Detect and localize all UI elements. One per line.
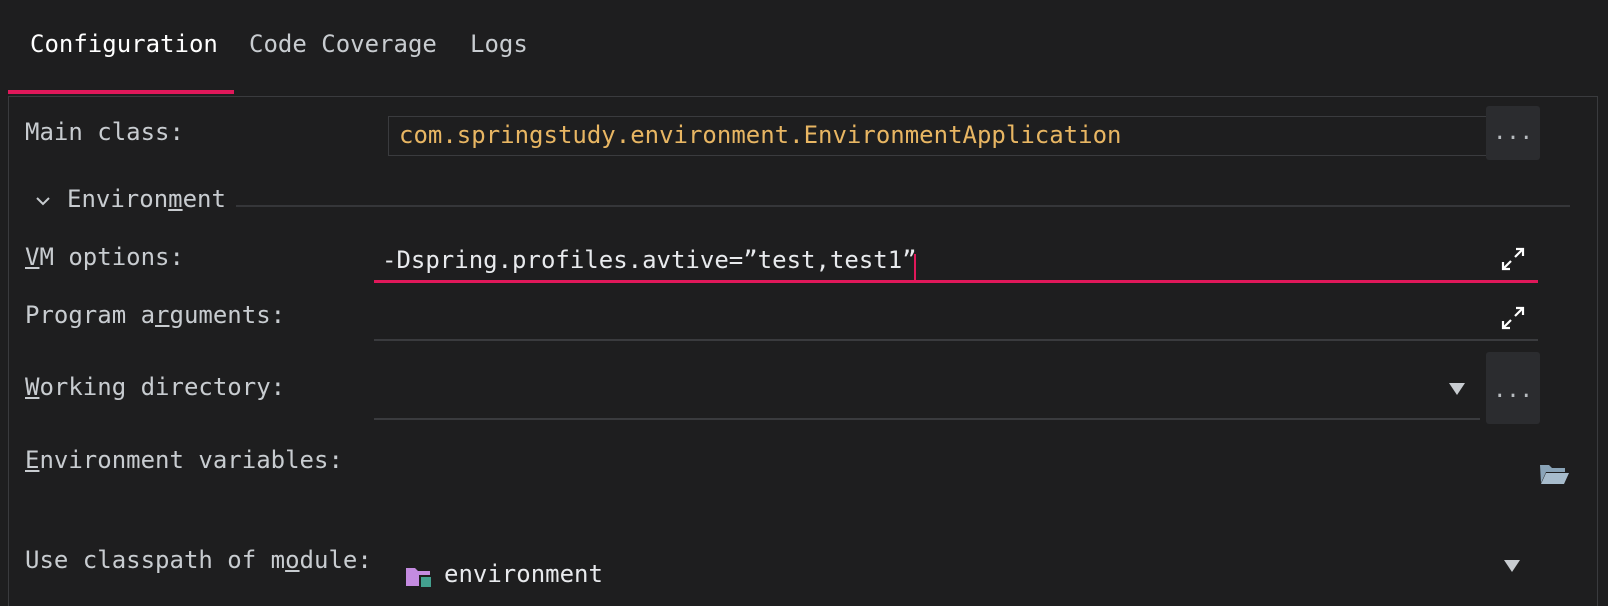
main-class-label: Main class: (25, 118, 184, 146)
main-class-field[interactable]: com.springstudy.environment.EnvironmentA… (388, 116, 1518, 156)
vm-options-value: -Dspring.profiles.avtive=”test,test1” (382, 246, 917, 274)
tab-configuration-label: Configuration (30, 30, 218, 58)
working-directory-underline (374, 418, 1480, 420)
working-directory-combo[interactable] (374, 364, 1478, 418)
environment-title-mnemonic: m (168, 185, 183, 213)
tab-code-coverage-label: Code Coverage (249, 30, 437, 58)
module-folder-icon (406, 568, 433, 588)
tab-logs-label: Logs (470, 30, 528, 58)
environment-title-post: ent (182, 185, 226, 213)
environment-title-pre: Environ (67, 185, 169, 213)
open-folder-icon[interactable] (1538, 462, 1570, 486)
classpath-module-mnemonic: o (285, 546, 300, 574)
working-directory-label: Working directory: (25, 373, 285, 401)
working-directory-label-rest: orking directory: (39, 373, 286, 401)
environment-variables-mnemonic: E (25, 446, 40, 474)
environment-section-title[interactable]: Environment (67, 185, 226, 213)
program-arguments-label-pre: Program a (25, 301, 156, 329)
classpath-module-label: Use classpath of module: (25, 546, 372, 574)
working-directory-mnemonic: W (25, 373, 40, 401)
tab-logs[interactable]: Logs (470, 0, 530, 96)
environment-variables-label: Environment variables: (25, 446, 343, 474)
vm-options-expand-icon[interactable] (1500, 246, 1526, 272)
chevron-down-icon[interactable] (34, 192, 52, 210)
active-tab-indicator (8, 90, 234, 94)
program-arguments-label-post: guments: (169, 301, 286, 329)
program-arguments-input[interactable] (374, 296, 1538, 340)
vm-options-label: VM options: (25, 243, 184, 271)
working-directory-browse-button[interactable]: ... (1486, 352, 1540, 424)
main-class-value: com.springstudy.environment.EnvironmentA… (399, 121, 1122, 149)
classpath-module-dropdown-icon[interactable] (1504, 560, 1520, 572)
section-separator (236, 205, 1570, 207)
program-arguments-mnemonic: r (155, 301, 170, 329)
vm-options-mnemonic: V (25, 243, 40, 271)
tab-configuration[interactable]: Configuration (30, 0, 220, 96)
program-arguments-expand-icon[interactable] (1500, 305, 1526, 331)
classpath-module-value[interactable]: environment (444, 560, 603, 588)
environment-variables-label-rest: nvironment variables: (39, 446, 343, 474)
working-directory-dropdown-icon[interactable] (1449, 383, 1465, 395)
tab-bar: Configuration Code Coverage Logs (0, 0, 1608, 96)
vm-options-label-rest: M options: (39, 243, 184, 271)
classpath-module-label-pre: Use classpath of m (25, 546, 286, 574)
main-class-browse-button[interactable]: ... (1486, 106, 1540, 160)
vm-options-focus-underline (374, 280, 1538, 283)
classpath-module-label-post: dule: (299, 546, 372, 574)
program-arguments-label: Program arguments: (25, 301, 285, 329)
vm-options-input[interactable]: -Dspring.profiles.avtive=”test,test1” (374, 238, 1538, 284)
program-arguments-underline (374, 339, 1538, 341)
configuration-panel (8, 96, 1598, 606)
tab-code-coverage[interactable]: Code Coverage (249, 0, 439, 96)
text-caret (914, 254, 916, 282)
